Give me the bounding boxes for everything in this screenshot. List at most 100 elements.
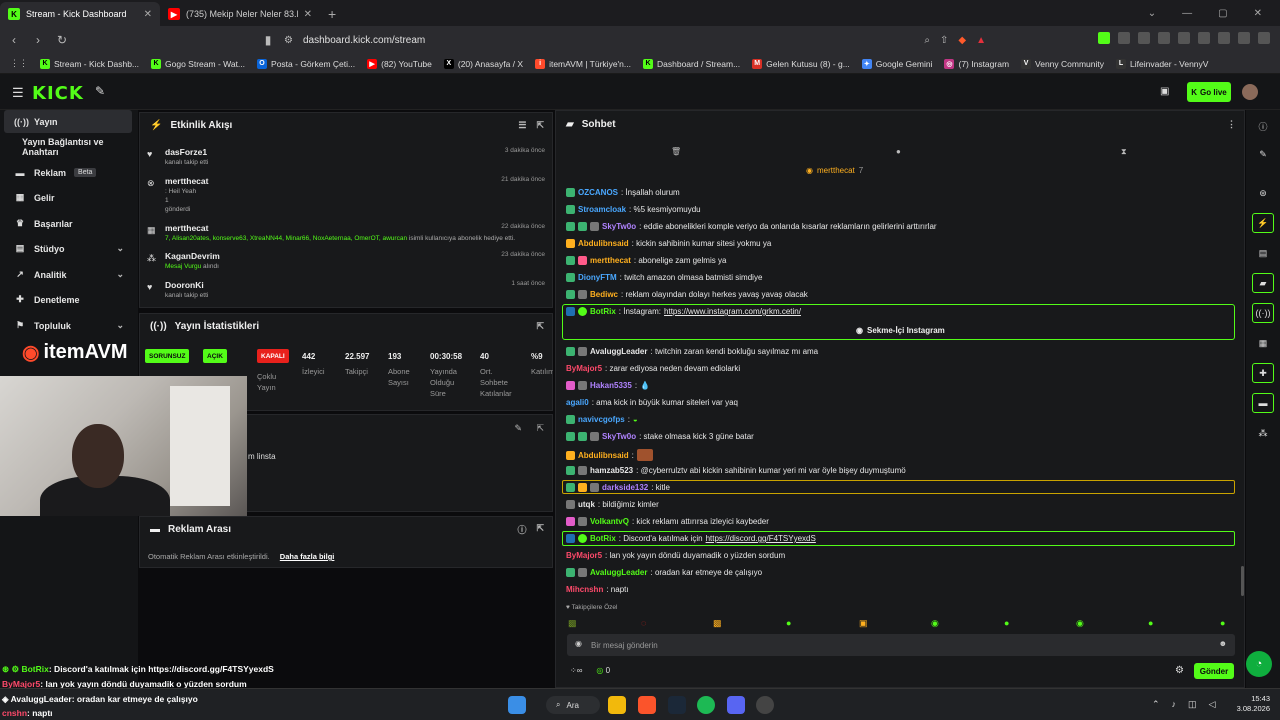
chat-username[interactable]: Stroamcloak [578,205,626,214]
taskbar-search[interactable]: ⌕ Ara [546,696,600,714]
bookmark-item[interactable]: M Gelen Kutusu (8) - g... [752,58,850,69]
chat-scrollbar[interactable] [1241,566,1244,596]
edit-icon[interactable]: ✎ [514,423,522,434]
emote-icon[interactable]: ▩ [568,618,577,629]
bookmark-item[interactable]: ▶ (82) YouTube [367,58,432,69]
info-icon[interactable]: ⓘ [517,523,526,536]
emote-icon[interactable]: ● [1220,618,1225,628]
bookmark-item[interactable]: V Venny Community [1021,58,1104,69]
volume-icon[interactable]: ◁ [1209,699,1216,710]
chevron-down-icon[interactable]: ⌄ [1148,8,1156,19]
sidebar-item-yayin[interactable]: ((·)) Yayın [4,110,132,133]
back-icon[interactable]: ‹ [4,30,24,50]
chat-username[interactable]: hamzab523 [590,466,633,475]
bookmark-item[interactable]: i itemAVM | Türkiye'n... [535,58,631,69]
extension-icon[interactable] [1098,32,1110,44]
lightning-icon[interactable]: ⚡ [1252,213,1274,233]
chat-username[interactable]: Bediwc [590,290,618,299]
brave-browser-icon[interactable] [638,696,656,714]
event-user[interactable]: dasForze1 [165,147,208,157]
brave-rewards-icon[interactable]: ▲ [976,35,986,46]
chat-username[interactable]: agali0 [566,398,589,407]
camera-icon[interactable]: ▣ [1160,86,1169,97]
gear-icon[interactable]: ⚙ [1175,665,1184,676]
minimize-icon[interactable]: — [1182,8,1192,19]
emote-icon[interactable]: ● [786,618,791,628]
chat-username[interactable]: DionyFTM [578,273,617,282]
hamburger-menu-icon[interactable]: ☰ [12,85,24,101]
chat-username[interactable]: Abdulibnsaid [578,451,629,460]
trash-icon[interactable]: 🗑 [671,147,681,156]
popout-icon[interactable]: ⇱ [536,120,544,131]
sidebar-item-stream-key[interactable]: Yayın Bağlantısı ve Anahtarı [4,135,132,158]
sidebar-item-studyo[interactable]: ▤ Stüdyo ⌄ [4,237,132,260]
sidebar-item-gelir[interactable]: ▦ Gelir [4,186,132,209]
ad-icon[interactable]: ▬ [1252,393,1274,413]
maximize-icon[interactable]: ▢ [1218,8,1227,19]
extension-icon[interactable] [1238,32,1250,44]
new-tab-button[interactable]: + [320,2,344,26]
document-icon[interactable]: ▤ [1252,243,1274,263]
extension-icon[interactable] [1158,32,1170,44]
wrench-icon[interactable]: ✚ [1252,363,1274,383]
chat-username[interactable]: ByMajor5 [566,364,602,373]
support-chat-button[interactable]: ◔ [1246,651,1272,677]
extension-icon[interactable] [1218,32,1230,44]
close-icon[interactable]: ✕ [144,9,152,20]
chat-username[interactable]: mertthecat [590,256,631,265]
wifi-icon[interactable]: ◫ [1188,699,1197,710]
chat-username[interactable]: ByMajor5 [566,551,602,560]
sidebar-item-denetleme[interactable]: ✚ Denetleme [4,288,132,311]
chat-username[interactable]: utqk [578,500,595,509]
share-icon[interactable]: ⇧ [940,35,948,46]
info-icon[interactable]: ⓘ [1252,116,1274,136]
chat-username[interactable]: Mihcnshn [566,585,603,594]
instagram-button[interactable]: ◉ Sekme-İçi Instagram [856,326,945,335]
slow-mode-icon[interactable]: ⧗ [1121,147,1127,157]
zoom-icon[interactable]: ⌕ [924,35,930,46]
steam-icon[interactable] [668,696,686,714]
emote-icon[interactable]: ◌ [641,618,646,628]
event-user[interactable]: mertthecat [165,223,515,233]
bookmark-item[interactable]: ✦ Google Gemini [861,58,932,69]
chat-icon[interactable]: ▰ [1252,273,1274,293]
microphone-icon[interactable]: ♪ [1172,699,1177,710]
bookmark-item[interactable]: O Posta - Görkem Çeti... [257,58,355,69]
tab-youtube[interactable]: ▶ (735) Mekip Neler Neler 83.Bölüm Ir...… [160,2,320,26]
target-icon[interactable]: ⊛ [1252,183,1274,203]
instagram-link[interactable]: https://www.instagram.com/grkm.cetin/ [664,307,801,316]
pinned-gift-bar[interactable]: ◉ mertthecat 7 [806,166,863,175]
sidebar-item-basarilar[interactable]: ♛ Başarılar [4,212,132,235]
followers-icon[interactable]: ⁘∞ [570,666,582,675]
chat-username[interactable]: OZCANOS [578,188,618,197]
sidebar-item-reklam[interactable]: ▬ Reklam Beta [4,161,132,184]
chat-input[interactable]: ◉ Bir mesaj gönderin ☻ [567,634,1235,656]
emote-icon[interactable]: ▣ [859,618,868,629]
edit-icon[interactable]: ✎ [1252,144,1274,164]
popout-icon[interactable]: ⇱ [536,523,544,536]
pin-icon[interactable]: ✎ [95,84,105,98]
chat-username[interactable]: SkyTw0o [602,432,636,441]
emote-icon[interactable]: ◉ [931,618,939,629]
apps-grid-icon[interactable]: ⋮⋮ [10,58,28,69]
bookmark-icon[interactable]: ▮ [258,30,278,50]
points-row[interactable]: ◎ 0 [596,666,610,675]
address-bar[interactable]: ⚙ dashboard.kick.com/stream ⌕ ⇧ ◆ ▲ [276,29,996,51]
obs-icon[interactable] [756,696,774,714]
chat-username[interactable]: AvaluggLeader [590,568,648,577]
menu-icon[interactable] [1258,32,1270,44]
close-window-icon[interactable]: ✕ [1254,8,1262,19]
chat-username[interactable]: Abdulibnsaid [578,239,629,248]
extension-icon[interactable] [1198,32,1210,44]
extension-icon[interactable] [1178,32,1190,44]
go-live-button[interactable]: K Go live [1187,82,1231,102]
chat-bubble-icon[interactable]: ● [896,147,901,156]
emote-icon[interactable]: ◉ [1076,618,1084,629]
chat-settings-icon[interactable]: ◉ [575,639,582,648]
chat-username[interactable]: BotRix [590,534,616,543]
popout-icon[interactable]: ⇱ [536,423,544,434]
sidebar-item-topluluk[interactable]: ⚑ Topluluk ⌄ [4,314,132,337]
extension-icon[interactable] [1138,32,1150,44]
emote-icon[interactable]: ● [1148,618,1153,628]
event-user[interactable]: KaganDevrim [165,251,220,261]
